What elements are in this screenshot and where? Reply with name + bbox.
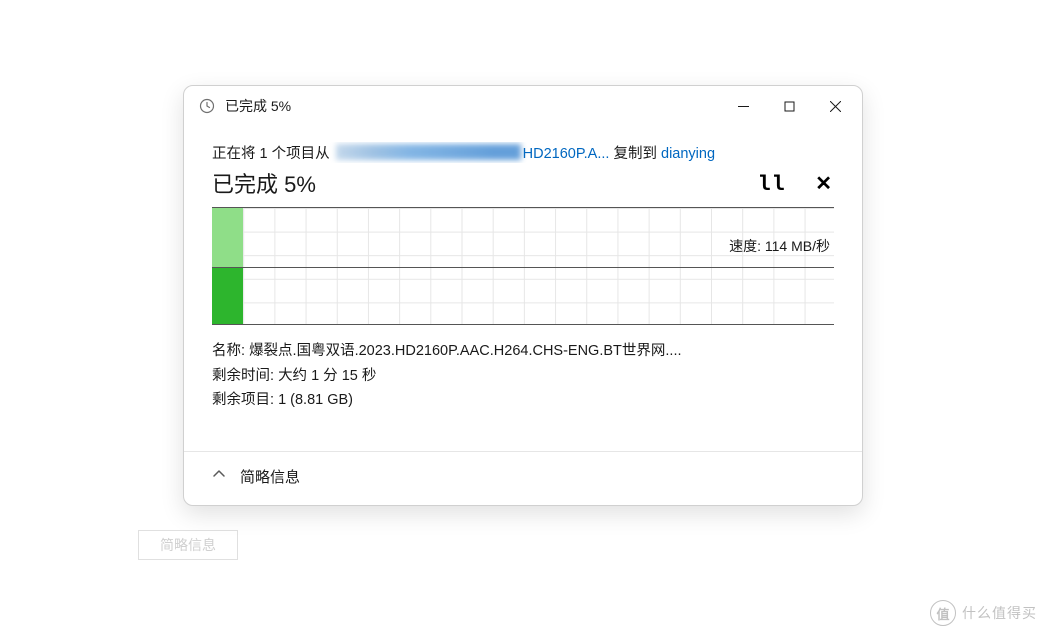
copy-description: 正在将 1 个项目从 HD2160P.A... 复制到 dianying [212, 142, 834, 163]
background-shadow-label: 简略信息 [138, 530, 238, 560]
watermark-text: 什么值得买 [962, 603, 1037, 623]
details-toggle[interactable]: 简略信息 [184, 452, 862, 505]
toggle-label: 简略信息 [240, 466, 300, 487]
detail-time-remaining: 剩余时间: 大约 1 分 15 秒 [212, 364, 834, 389]
copy-progress-dialog: 已完成 5% 正在将 1 个项目从 HD2160P.A... 复制到 diany… [183, 85, 863, 506]
progress-label: 已完成 5% [212, 167, 316, 199]
watermark-icon: 值 [930, 600, 956, 626]
titlebar: 已完成 5% [184, 86, 862, 126]
minimize-button[interactable] [720, 90, 766, 122]
chevron-up-icon [212, 467, 226, 486]
speed-graph: 速度: 114 MB/秒 [212, 207, 834, 325]
progress-bar-upper [212, 208, 243, 267]
dest-link[interactable]: dianying [661, 146, 715, 162]
source-path-blurred [336, 144, 521, 160]
detail-items-remaining: 剩余项目: 1 (8.81 GB) [212, 388, 834, 413]
pause-button[interactable]: ll [759, 171, 787, 196]
details-section: 名称: 爆裂点.国粤双语.2023.HD2160P.AAC.H264.CHS-E… [212, 339, 834, 413]
clock-icon [198, 97, 216, 115]
detail-name: 名称: 爆裂点.国粤双语.2023.HD2160P.AAC.H264.CHS-E… [212, 339, 834, 364]
source-link[interactable]: HD2160P.A... [523, 146, 610, 162]
watermark: 值 什么值得买 [930, 600, 1037, 626]
maximize-button[interactable] [766, 90, 812, 122]
progress-bar-lower [212, 267, 243, 326]
close-button[interactable] [812, 90, 858, 122]
cancel-button[interactable]: ✕ [815, 171, 834, 196]
window-controls [720, 90, 858, 122]
window-title: 已完成 5% [225, 96, 720, 116]
speed-label: 速度: 114 MB/秒 [729, 236, 830, 256]
